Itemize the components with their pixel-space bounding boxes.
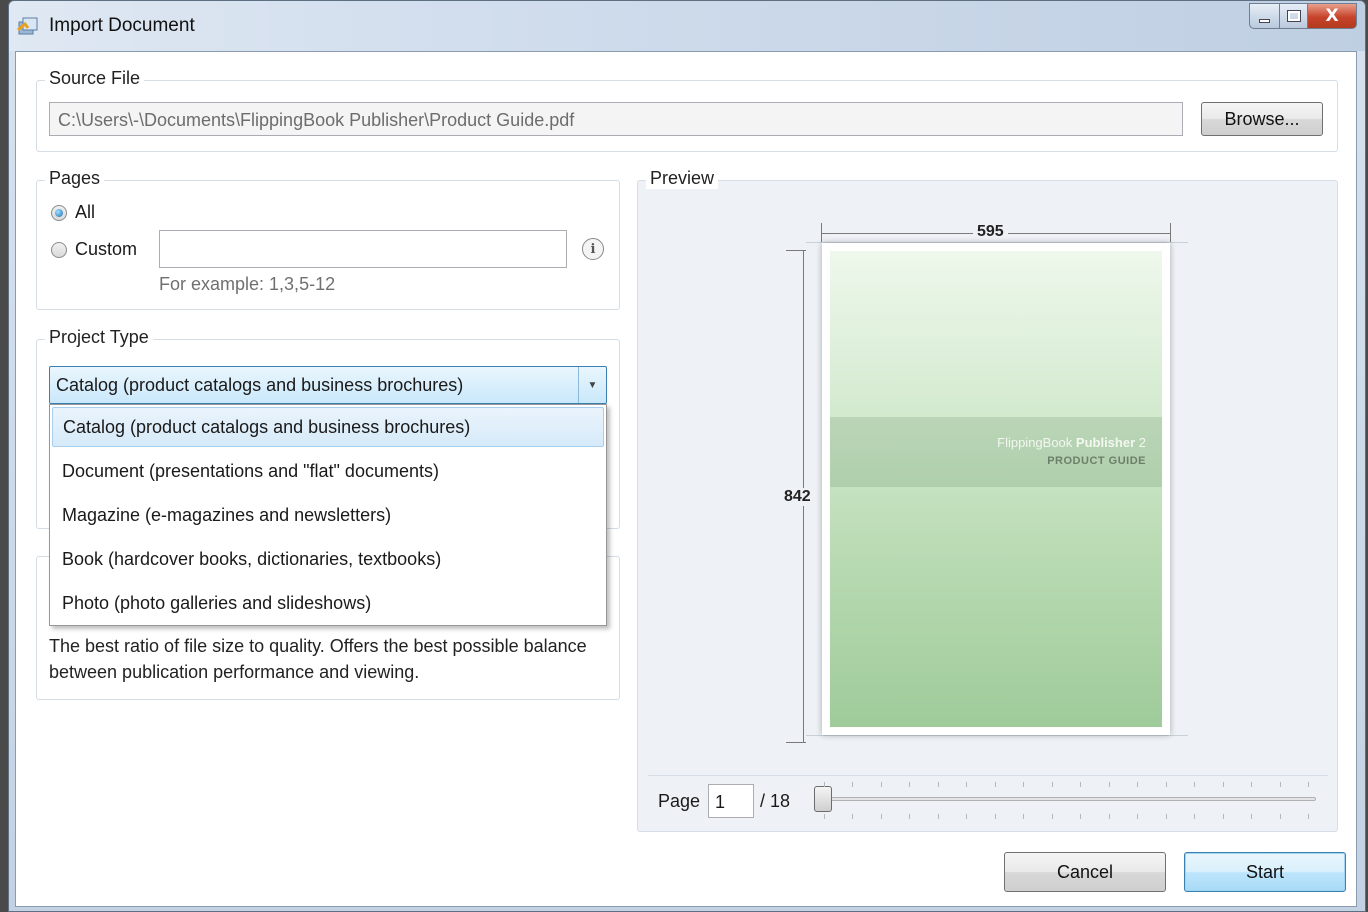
pages-custom-radio[interactable] <box>51 242 67 258</box>
slider-tick <box>1051 782 1053 787</box>
project-type-selected: Catalog (product catalogs and business b… <box>56 375 464 395</box>
pages-custom-label[interactable]: Custom <box>75 239 137 260</box>
slider-tick <box>1308 782 1309 787</box>
slider-tick <box>937 814 939 819</box>
pages-group: Pages All Custom i For example: 1,3,5-12 <box>36 168 620 310</box>
page-number-input[interactable]: 1 <box>708 784 754 818</box>
source-file-path-field[interactable]: C:\Users\-\Documents\FlippingBook Publis… <box>49 102 1183 136</box>
import-document-window: Import Document X Source File C:\Users\-… <box>8 0 1366 912</box>
minimize-button[interactable] <box>1249 3 1279 29</box>
pages-all-radio[interactable] <box>51 205 67 221</box>
page-navigator: Page 1 / 18 <box>648 775 1328 825</box>
slider-tick <box>1108 782 1110 787</box>
cover-title-band: FlippingBook Publisher 2 PRODUCT GUIDE <box>830 417 1162 487</box>
project-type-option-catalog[interactable]: Catalog (product catalogs and business b… <box>52 407 604 447</box>
slider-tick <box>1080 814 1082 819</box>
maximize-button[interactable] <box>1279 3 1307 29</box>
slider-tick <box>1251 782 1253 787</box>
cancel-button[interactable]: Cancel <box>1004 852 1166 892</box>
slider-tick <box>1023 814 1025 819</box>
guide-bottom <box>806 735 1188 736</box>
page-width-label: 595 <box>973 223 1008 241</box>
source-file-path: C:\Users\-\Documents\FlippingBook Publis… <box>58 110 575 130</box>
project-type-dropdown: Catalog (product catalogs and business b… <box>49 404 607 626</box>
slider-tick <box>824 782 825 787</box>
slider-tick <box>1251 814 1253 819</box>
slider-tick <box>1137 782 1139 787</box>
width-dim-tick-right <box>1170 223 1171 243</box>
slider-tick <box>1051 814 1053 819</box>
page-thumbnail: FlippingBook Publisher 2 PRODUCT GUIDE <box>822 243 1170 735</box>
slider-tick <box>909 814 911 819</box>
slider-tick <box>880 782 882 787</box>
height-dim-tick-bottom <box>786 742 806 743</box>
slider-tick <box>994 782 996 787</box>
slider-tick <box>1279 782 1281 787</box>
minimize-icon <box>1259 18 1270 23</box>
project-type-legend: Project Type <box>45 327 153 348</box>
dialog-body: Source File C:\Users\-\Documents\Flippin… <box>15 51 1357 907</box>
slider-tick <box>880 814 882 819</box>
project-type-combobox[interactable]: Catalog (product catalogs and business b… <box>49 366 607 404</box>
slider-tick <box>1194 814 1196 819</box>
custom-pages-input[interactable] <box>159 230 567 268</box>
preview-legend: Preview <box>646 168 719 189</box>
slider-tick <box>937 782 939 787</box>
window-controls: X <box>1249 3 1357 31</box>
project-type-option-photo[interactable]: Photo (photo galleries and slideshows) <box>52 583 604 623</box>
browse-button[interactable]: Browse... <box>1201 102 1323 136</box>
slider-tick <box>1080 782 1082 787</box>
page-total: / 18 <box>760 791 791 811</box>
slider-tick <box>852 782 854 787</box>
cover-subtitle: PRODUCT GUIDE <box>1047 455 1146 467</box>
quality-description: The best ratio of file size to quality. … <box>49 636 587 682</box>
close-button[interactable]: X <box>1307 3 1357 29</box>
project-type-option-book[interactable]: Book (hardcover books, dictionaries, tex… <box>52 539 604 579</box>
slider-tick <box>966 782 968 787</box>
slider-tick <box>1279 814 1281 819</box>
close-icon: X <box>1325 6 1339 26</box>
page-slider-thumb[interactable] <box>814 786 832 812</box>
page-label: Page <box>658 791 701 811</box>
start-button[interactable]: Start <box>1184 852 1346 892</box>
window-title: Import Document <box>49 15 195 36</box>
slider-tick <box>966 814 968 819</box>
maximize-icon <box>1286 10 1301 22</box>
source-file-legend: Source File <box>45 68 145 89</box>
slider-tick <box>1137 814 1139 819</box>
slider-tick <box>1194 782 1196 787</box>
cover-brand: FlippingBook Publisher 2 <box>997 435 1146 450</box>
slider-tick <box>1308 814 1309 819</box>
custom-pages-hint: For example: 1,3,5-12 <box>159 274 336 294</box>
slider-tick <box>1108 814 1110 819</box>
project-type-option-document[interactable]: Document (presentations and "flat" docum… <box>52 451 604 491</box>
project-type-option-magazine[interactable]: Magazine (e-magazines and newsletters) <box>52 495 604 535</box>
slider-tick <box>1222 782 1224 787</box>
info-icon[interactable]: i <box>582 238 604 260</box>
app-icon <box>17 17 38 35</box>
slider-tick <box>852 814 854 819</box>
slider-tick <box>1023 782 1025 787</box>
page-cover-image: FlippingBook Publisher 2 PRODUCT GUIDE <box>830 251 1162 727</box>
page-number-value: 1 <box>715 792 726 812</box>
slider-tick <box>994 814 996 819</box>
slider-tick <box>824 814 825 819</box>
chevron-down-icon[interactable]: ▼ <box>578 367 606 403</box>
slider-tick <box>1165 814 1167 819</box>
slider-tick <box>909 782 911 787</box>
page-slider-track[interactable] <box>816 797 1316 801</box>
page-height-label: 842 <box>780 488 815 506</box>
title-bar[interactable]: Import Document X <box>9 1 1365 51</box>
source-file-group: Source File C:\Users\-\Documents\Flippin… <box>36 68 1338 152</box>
slider-tick <box>1165 782 1167 787</box>
preview-group: Preview 595 842 FlippingBook Publisher 2… <box>637 168 1338 832</box>
slider-tick <box>1222 814 1224 819</box>
pages-all-label[interactable]: All <box>75 202 95 223</box>
pages-legend: Pages <box>45 168 105 189</box>
